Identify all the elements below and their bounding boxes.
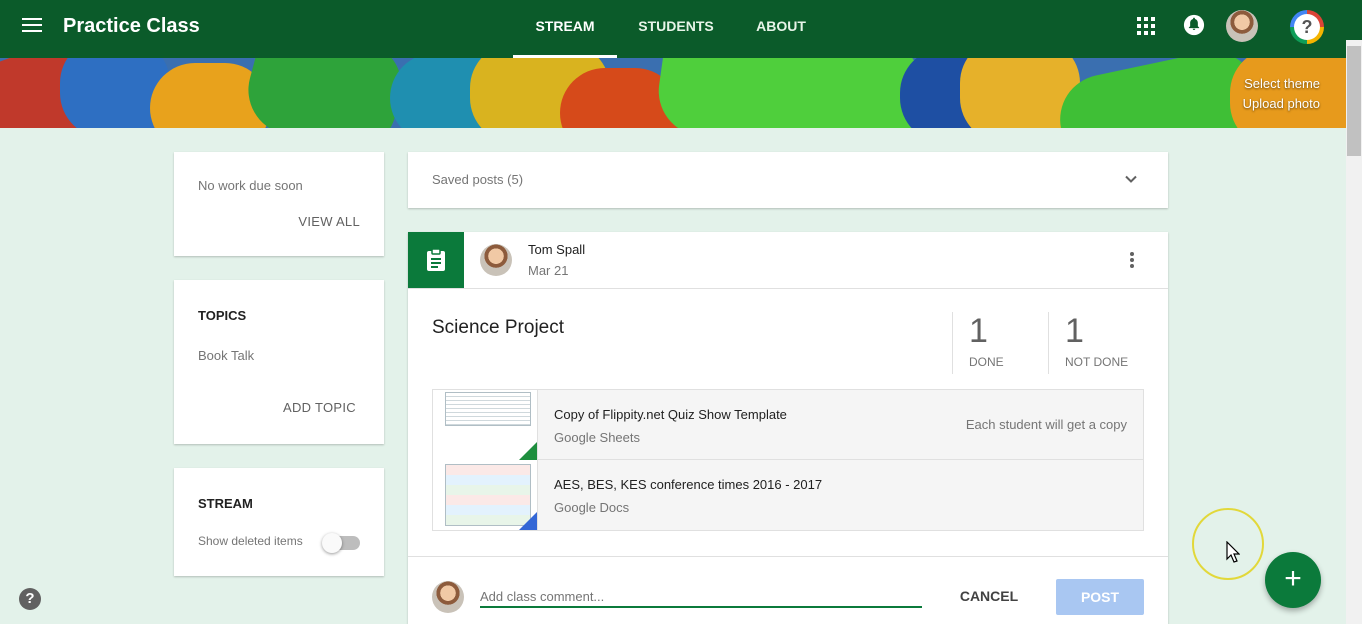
help-question-mark: ?: [1294, 14, 1320, 40]
select-theme-link[interactable]: Select theme: [1243, 74, 1320, 94]
topic-item-book-talk[interactable]: Book Talk: [198, 348, 254, 363]
assignment-icon: [427, 248, 445, 271]
comment-divider: [408, 556, 1168, 557]
banner-decoration: [652, 58, 928, 128]
view-all-button[interactable]: VIEW ALL: [298, 214, 360, 229]
more-options-icon[interactable]: [1130, 252, 1134, 268]
add-post-fab[interactable]: +: [1265, 552, 1321, 608]
add-topic-button[interactable]: ADD TOPIC: [283, 400, 356, 415]
chevron-down-icon[interactable]: [1124, 172, 1138, 186]
commenter-avatar: [432, 581, 464, 613]
thumbnail-preview: [445, 392, 531, 426]
stream-options-card: STREAM Show deleted items: [174, 468, 384, 576]
apps-icon[interactable]: [1137, 17, 1155, 35]
stream-heading: STREAM: [198, 496, 253, 511]
no-work-due-text: No work due soon: [198, 178, 303, 193]
show-deleted-toggle[interactable]: [322, 533, 360, 553]
attachment-name: Copy of Flippity.net Quiz Show Template: [554, 407, 787, 422]
user-avatar[interactable]: [1226, 10, 1258, 42]
menu-icon[interactable]: [22, 18, 42, 34]
attachment-type: Google Docs: [554, 500, 630, 515]
class-title[interactable]: Practice Class: [63, 15, 200, 38]
saved-posts-label: Saved posts (5): [432, 172, 524, 187]
done-label: DONE: [969, 355, 1004, 369]
notifications-bell-icon[interactable]: [1183, 14, 1205, 36]
copy-note: Each student will get a copy: [965, 417, 1127, 432]
post-header-divider: [408, 288, 1168, 289]
banner-decoration: [238, 58, 412, 128]
show-deleted-label: Show deleted items: [198, 534, 303, 548]
assignment-title[interactable]: Science Project: [432, 317, 564, 339]
done-stat[interactable]: 1 DONE: [952, 312, 1004, 374]
attachment-name: AES, BES, KES conference times 2016 - 20…: [554, 477, 823, 492]
done-count: 1: [969, 312, 988, 350]
post-date: Mar 21: [528, 263, 569, 278]
mouse-cursor-icon: [1226, 541, 1240, 563]
topics-heading: TOPICS: [198, 308, 247, 323]
not-done-label: NOT DONE: [1065, 355, 1129, 369]
google-docs-icon: [519, 512, 537, 530]
tab-stream[interactable]: STREAM: [513, 18, 617, 58]
tab-students[interactable]: STUDENTS: [632, 18, 720, 58]
saved-posts-bar[interactable]: Saved posts (5): [408, 152, 1168, 208]
banner-links: Select theme Upload photo: [1243, 74, 1320, 114]
upcoming-work-card: No work due soon VIEW ALL: [174, 152, 384, 256]
post-author: Tom Spall: [528, 242, 586, 257]
attachment-type: Google Sheets: [554, 430, 641, 445]
tab-about[interactable]: ABOUT: [750, 18, 812, 58]
cancel-button[interactable]: CANCEL: [948, 579, 1030, 613]
upload-photo-link[interactable]: Upload photo: [1243, 94, 1320, 114]
sheets-thumbnail: [433, 390, 538, 460]
not-done-stat[interactable]: 1 NOT DONE: [1048, 312, 1128, 374]
help-icon-bottom[interactable]: ?: [19, 588, 41, 610]
assignment-type-badge: [408, 232, 464, 288]
docs-thumbnail: [433, 460, 538, 530]
author-avatar[interactable]: [480, 244, 512, 276]
google-sheets-icon: [519, 442, 537, 460]
post-button[interactable]: POST: [1056, 579, 1144, 615]
assignment-post: Tom Spall Mar 21 Science Project 1 DONE …: [408, 232, 1168, 624]
attachment-docs[interactable]: AES, BES, KES conference times 2016 - 20…: [432, 460, 1144, 531]
class-comment-input[interactable]: [480, 586, 922, 608]
scrollbar-thumb[interactable]: [1347, 46, 1361, 156]
class-banner: Select theme Upload photo: [0, 58, 1346, 128]
help-icon[interactable]: ?: [1290, 10, 1324, 44]
top-app-bar: Practice Class STREAM STUDENTS ABOUT ?: [0, 0, 1362, 58]
not-done-count: 1: [1065, 312, 1084, 350]
topics-card: TOPICS Book Talk ADD TOPIC: [174, 280, 384, 444]
attachment-sheets[interactable]: Copy of Flippity.net Quiz Show Template …: [432, 389, 1144, 460]
